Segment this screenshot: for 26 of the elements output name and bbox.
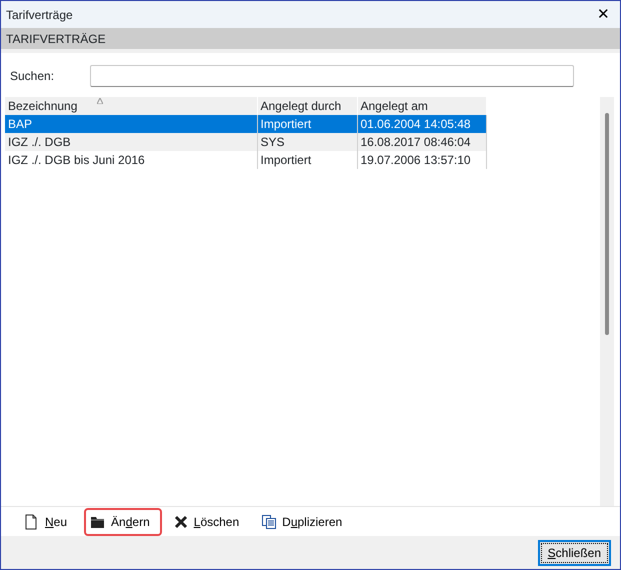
column-header[interactable]: Angelegt durch — [257, 97, 357, 115]
toolbar-button[interactable]: Löschen — [168, 508, 250, 534]
close-button[interactable]: ✕ — [595, 7, 612, 22]
documents-icon — [261, 514, 278, 530]
column-header[interactable]: Bezeichnung — [5, 97, 257, 115]
search-field[interactable] — [90, 65, 574, 87]
scrollbar-thumb[interactable] — [605, 113, 609, 335]
search-label: Suchen: — [10, 68, 56, 85]
table-cell: 01.06.2004 14:05:48 — [357, 115, 486, 133]
table-cell: 16.08.2017 08:46:04 — [357, 133, 486, 151]
table-cell: IGZ ./. DGB — [5, 133, 257, 151]
toolbar-button[interactable]: Duplizieren — [256, 508, 354, 534]
table-cell: IGZ ./. DGB bis Juni 2016 — [5, 151, 257, 169]
table-cell: Importiert — [257, 115, 357, 133]
table-cell: Importiert — [257, 151, 357, 169]
toolbar-button[interactable]: Ändern — [84, 508, 162, 536]
x-icon — [172, 514, 189, 530]
toolbar-button[interactable]: Neu — [19, 508, 78, 534]
table-cell: SYS — [257, 133, 357, 151]
table-cell: 19.07.2006 13:57:10 — [357, 151, 486, 169]
column-header[interactable]: Angelegt am — [357, 97, 486, 115]
close-dialog-button[interactable]: Schließen — [538, 540, 611, 566]
window-title: Tarifverträge — [6, 6, 73, 24]
table-cell: BAP — [5, 115, 257, 133]
scrollbar[interactable] — [600, 97, 614, 506]
section-header: TARIFVERTRÄGE — [6, 30, 106, 48]
